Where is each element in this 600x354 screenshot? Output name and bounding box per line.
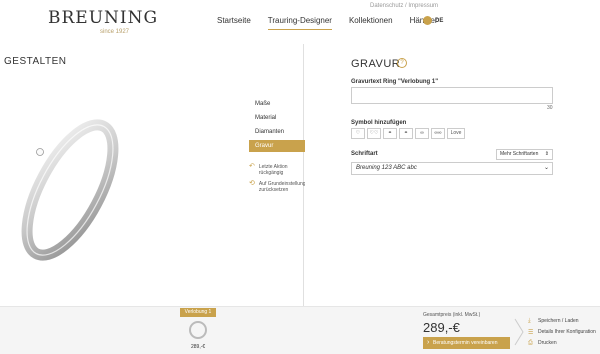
total-price-label: Gesamtpreis (inkl. MwSt.) xyxy=(423,312,481,318)
symbol-double-infinity-button[interactable]: ∞∞ xyxy=(431,128,445,139)
font-select-value: Breuning 123 ABC abc xyxy=(356,165,417,171)
ring-tab[interactable]: Verlobung 1 xyxy=(180,308,216,317)
undo-button[interactable]: ↶ Letzte Aktion rückgängig xyxy=(249,163,309,176)
logo-subtitle: since 1927 xyxy=(100,29,130,35)
save-load-link[interactable]: ⤓ Speichern / Laden xyxy=(528,316,596,326)
step-navigation: Maße Material Diamanten Gravur xyxy=(249,98,311,154)
font-select[interactable]: Breuning 123 ABC abc ⌄ xyxy=(351,162,553,175)
font-label: Schriftart xyxy=(351,151,378,157)
details-link[interactable]: ☰ Details Ihrer Konfiguration xyxy=(528,327,596,337)
logo[interactable]: BREUNING since 1927 xyxy=(48,8,159,35)
nav-kollektionen[interactable]: Kollektionen xyxy=(349,16,393,30)
print-link[interactable]: ⎙ Drucken xyxy=(528,338,596,348)
more-fonts-select[interactable]: Mehr Schriftarten ⇕ xyxy=(496,149,553,160)
configurator-panel: GESTALTEN Maße Material Diamanten Gravur… xyxy=(0,44,311,306)
details-label: Details Ihrer Konfiguration xyxy=(538,329,596,335)
engraving-title: GRAVUR xyxy=(351,58,401,70)
symbols-label: Symbol hinzufügen xyxy=(351,120,407,126)
header: Datenschutz / Impressum BREUNING since 1… xyxy=(0,0,600,44)
symbol-infinity-button[interactable]: ∞ xyxy=(415,128,429,139)
chevron-updown-icon: ⇕ xyxy=(544,151,549,157)
language-label: DE xyxy=(435,17,444,24)
undo-label: Letzte Aktion rückgängig xyxy=(258,164,288,176)
symbol-rings-button[interactable]: ⚭ xyxy=(383,128,397,139)
reset-button[interactable]: ⟲ Auf Grundeinstellung zurücksetzen xyxy=(249,180,309,193)
save-icon: ⤓ xyxy=(528,317,531,324)
footer-actions: ⤓ Speichern / Laden ☰ Details Ihrer Konf… xyxy=(528,316,596,349)
logo-wordmark: BREUNING xyxy=(48,8,159,28)
nav-trauring-designer[interactable]: Trauring-Designer xyxy=(267,16,332,30)
history-actions: ↶ Letzte Aktion rückgängig ⟲ Auf Grundei… xyxy=(249,163,309,198)
symbol-two-hearts-button[interactable]: ♡♡ xyxy=(367,128,381,139)
symbol-heart-button[interactable]: ♡ xyxy=(351,128,365,139)
print-label: Drucken xyxy=(538,340,557,346)
help-icon[interactable]: ? xyxy=(397,58,407,68)
nav-startseite[interactable]: Startseite xyxy=(217,16,251,30)
section-title: GESTALTEN xyxy=(4,56,67,67)
print-icon: ⎙ xyxy=(528,339,533,346)
top-links[interactable]: Datenschutz / Impressum xyxy=(370,3,438,9)
ring-thumbnail-icon[interactable] xyxy=(189,321,207,339)
step-masse[interactable]: Maße xyxy=(249,98,299,110)
globe-icon xyxy=(423,16,432,25)
footer-bar: Verlobung 1 289,-€ Gesamtpreis (inkl. Mw… xyxy=(0,306,600,354)
undo-icon: ↶ xyxy=(249,163,255,170)
chevron-down-icon: ⌄ xyxy=(543,165,549,171)
reset-label: Auf Grundeinstellung zurücksetzen xyxy=(258,181,306,193)
ring-price: 289,-€ xyxy=(191,344,206,350)
appointment-button[interactable]: Beratungstermin vereinbaren xyxy=(423,337,510,349)
step-diamanten[interactable]: Diamanten xyxy=(249,126,299,138)
ring-preview xyxy=(21,119,119,261)
engraving-text-label: Gravurtext Ring "Verlobung 1" xyxy=(351,79,439,85)
total-price: 289,-€ xyxy=(423,320,460,335)
more-fonts-label: Mehr Schriftarten xyxy=(500,151,539,157)
engraving-panel: GRAVUR ? Gravurtext Ring "Verlobung 1" 3… xyxy=(305,44,600,306)
symbol-picker: ♡ ♡♡ ⚭ ⚭ ∞ ∞∞ Love xyxy=(351,128,465,139)
symbol-rings-alt-button[interactable]: ⚭ xyxy=(399,128,413,139)
step-gravur[interactable]: Gravur xyxy=(249,140,311,152)
language-switcher[interactable]: DE xyxy=(423,16,443,25)
reset-icon: ⟲ xyxy=(249,180,255,187)
save-load-label: Speichern / Laden xyxy=(538,318,579,324)
main-nav: Startseite Trauring-Designer Kollektione… xyxy=(217,16,438,30)
chevron-right-icon xyxy=(514,318,524,346)
character-counter: 30 xyxy=(547,105,553,111)
engraving-text-input[interactable] xyxy=(351,87,553,104)
step-material[interactable]: Material xyxy=(249,112,299,124)
symbol-love-button[interactable]: Love xyxy=(447,128,465,139)
details-icon: ☰ xyxy=(528,329,534,336)
